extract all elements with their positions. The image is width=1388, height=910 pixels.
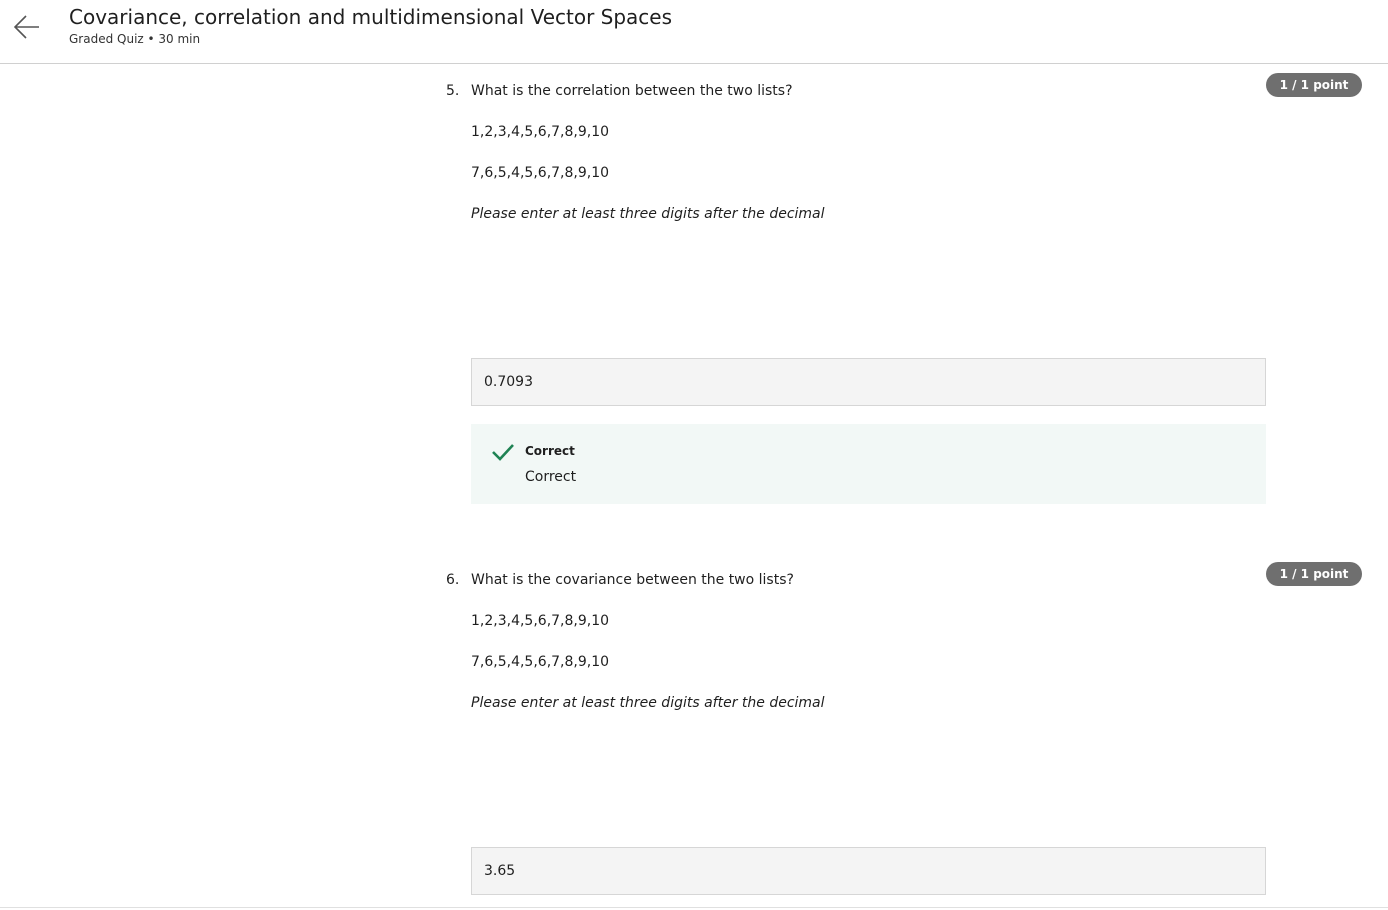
points-badge: 1 / 1 point [1266, 73, 1362, 97]
quiz-header: Covariance, correlation and multidimensi… [0, 0, 1388, 64]
feedback-text: Correct [525, 469, 577, 485]
question-text: What is the covariance between the two l… [471, 572, 794, 588]
divider [0, 907, 1388, 908]
back-button[interactable] [10, 10, 44, 44]
page-subtitle: Graded Quiz • 30 min [69, 32, 201, 46]
question-number: 5. [446, 83, 460, 99]
checkmark-icon [492, 444, 514, 461]
list-one: 1,2,3,4,5,6,7,8,9,10 [471, 124, 610, 140]
arrow-left-icon [13, 15, 39, 39]
question-number: 6. [446, 572, 460, 588]
list-one: 1,2,3,4,5,6,7,8,9,10 [471, 613, 610, 629]
list-two: 7,6,5,4,5,6,7,8,9,10 [471, 165, 610, 181]
list-two: 7,6,5,4,5,6,7,8,9,10 [471, 654, 610, 670]
feedback-title: Correct [525, 444, 575, 458]
answer-value: 3.65 [484, 863, 516, 879]
page-title: Covariance, correlation and multidimensi… [69, 5, 673, 29]
answer-input[interactable]: 0.7093 [471, 358, 1266, 406]
points-badge: 1 / 1 point [1266, 562, 1362, 586]
answer-value: 0.7093 [484, 374, 533, 390]
question-text: What is the correlation between the two … [471, 83, 793, 99]
answer-input[interactable]: 3.65 [471, 847, 1266, 895]
instruction-note: Please enter at least three digits after… [471, 206, 825, 222]
instruction-note: Please enter at least three digits after… [471, 695, 825, 711]
feedback-panel: Correct Correct [471, 424, 1266, 504]
